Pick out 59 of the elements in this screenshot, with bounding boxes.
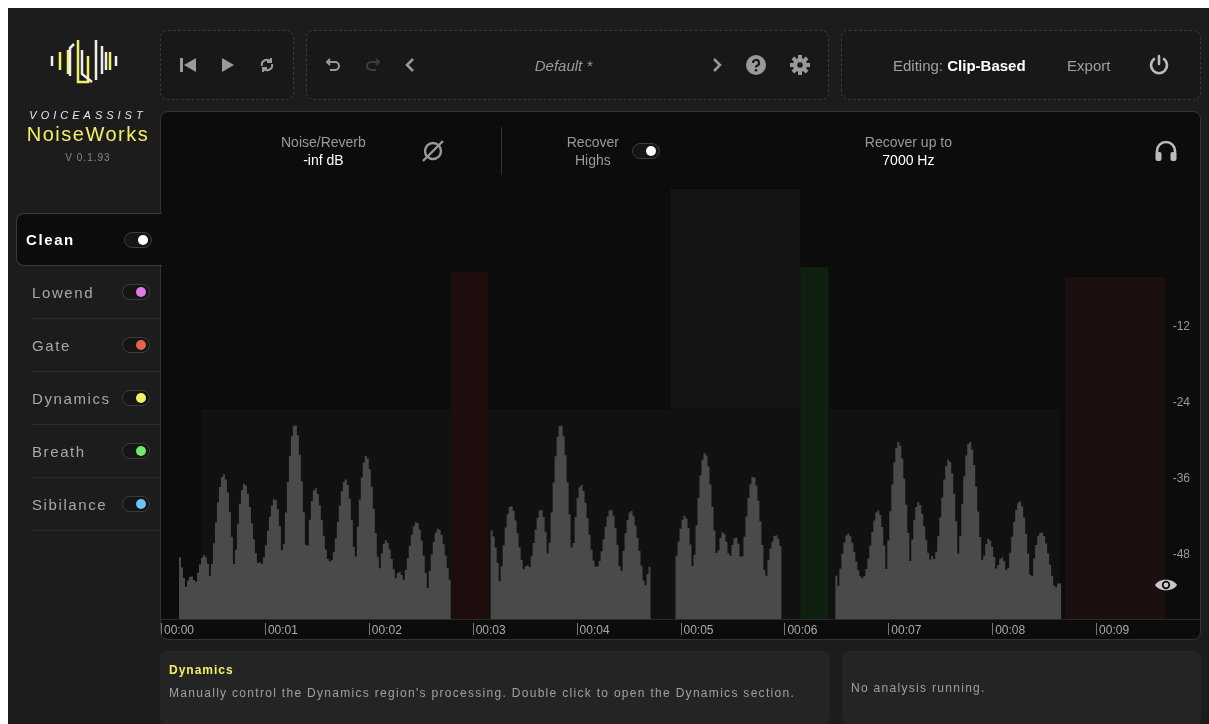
info-title: Dynamics <box>169 663 235 677</box>
db-scale-label: -12 <box>1172 319 1190 333</box>
info-text: Manually control the Dynamics region's processing. Double click to open the Dynamics section. <box>169 686 797 701</box>
db-scale-label: -24 <box>1172 395 1190 409</box>
version-label: V 0.1.93 <box>65 152 111 163</box>
time-tick-label: 00:05 <box>680 623 785 635</box>
time-tick-label: 00:08 <box>992 623 1097 635</box>
brand-name: VOICEASSIST <box>29 109 147 121</box>
skip-back-button[interactable] <box>177 55 199 75</box>
module-toggle[interactable] <box>122 284 150 300</box>
module-toggle[interactable] <box>122 496 150 512</box>
module-tab[interactable]: Clean <box>16 213 162 266</box>
time-tick-label: 00:04 <box>576 623 681 635</box>
module-label: Breath <box>32 442 86 460</box>
time-tick-label: 00:09 <box>1096 623 1200 635</box>
module-toggle[interactable] <box>122 337 150 353</box>
product-name: NoiseWorks <box>26 123 150 146</box>
time-tick-label: 00:03 <box>472 623 577 635</box>
module-label: Clean <box>26 231 75 248</box>
module-toggle[interactable] <box>122 390 150 406</box>
headphones-icon <box>1154 139 1178 162</box>
editing-mode-button[interactable]: Editing: Clip-Based <box>887 55 1032 75</box>
help-icon <box>746 55 766 75</box>
skip-back-icon <box>179 57 197 73</box>
time-tick-label: 00:06 <box>784 623 889 635</box>
undo-icon <box>325 57 341 73</box>
time-tick-label: 00:07 <box>888 623 993 635</box>
preset-name: Default * <box>533 56 594 74</box>
chevron-left-icon <box>405 57 415 73</box>
visibility-button[interactable] <box>1154 577 1178 593</box>
export-button[interactable]: Export <box>1061 55 1117 75</box>
chevron-right-icon <box>712 57 722 73</box>
module-label: Dynamics <box>32 389 111 407</box>
status-text: No analysis running. <box>851 680 986 695</box>
eye-icon <box>1154 577 1178 593</box>
noise-reverb-readout: Noise/Reverb -inf dB <box>281 132 366 169</box>
module-label: Gate <box>32 336 71 354</box>
time-tick-label: 00:00 <box>161 623 265 635</box>
recover-up-to-readout: Recover up to 7000 Hz <box>864 132 952 169</box>
module-label: Lowend <box>32 283 95 301</box>
play-icon <box>221 57 235 73</box>
phase-invert-icon <box>421 138 446 163</box>
redo-icon <box>365 57 381 73</box>
toggle-knob <box>645 145 656 156</box>
module-toggle[interactable] <box>122 443 150 459</box>
time-tick-label: 00:02 <box>368 623 473 635</box>
settings-button[interactable] <box>788 53 812 77</box>
module-label: Sibilance <box>32 495 108 513</box>
module-toggle[interactable] <box>124 231 152 248</box>
recover-highs-toggle[interactable] <box>631 142 660 159</box>
time-tick-label: 00:01 <box>264 623 369 635</box>
help-button[interactable] <box>744 53 768 77</box>
logo-icon <box>50 37 118 84</box>
power-icon <box>1148 54 1170 76</box>
db-scale-label: -48 <box>1172 547 1190 561</box>
db-scale-label: -36 <box>1172 471 1190 485</box>
settings-icon <box>790 55 810 75</box>
recover-highs-label: Recover Highs <box>565 132 620 169</box>
loop-icon <box>259 57 275 73</box>
